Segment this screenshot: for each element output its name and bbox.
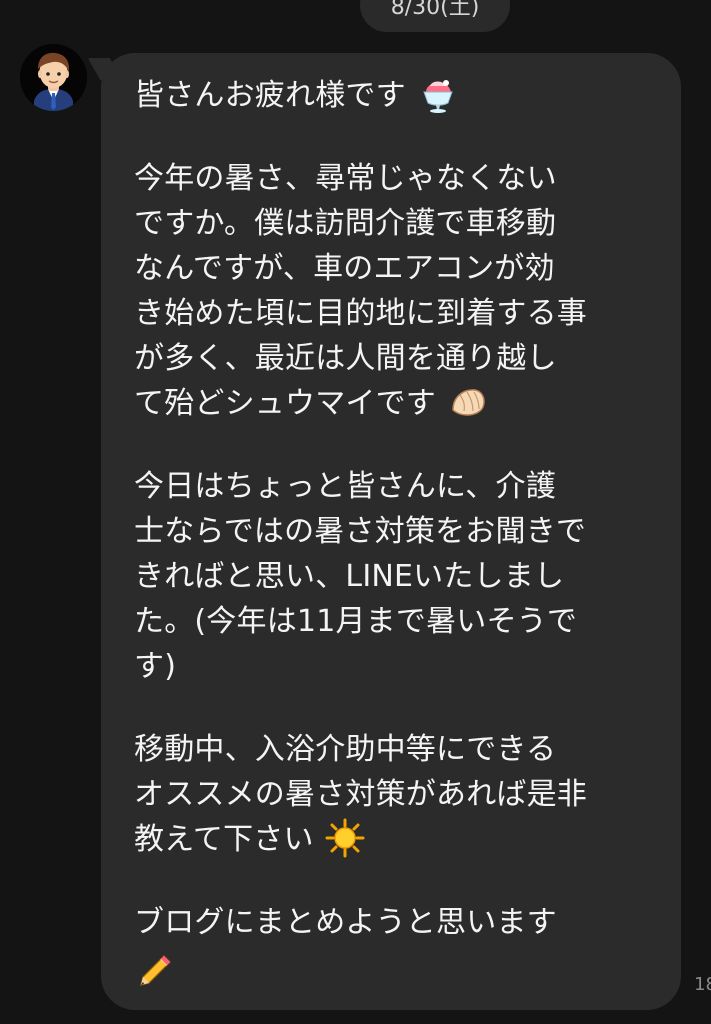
- message-line: きればと思い、LINEいたしまし: [134, 559, 565, 594]
- chat-screen: 8/30(土) 皆さんお疲れ様です 今年の暑さ、尋常じゃなくない ですか。僕は訪…: [0, 0, 711, 1024]
- message-line: ですか。僕は訪問介護で車移動: [134, 206, 557, 241]
- message-line: なんですが、車のエアコンが効: [134, 251, 555, 286]
- date-separator: 8/30(土): [360, 0, 510, 32]
- message-line: [134, 945, 659, 990]
- message-line: 今日はちょっと皆さんに、介護: [134, 469, 556, 504]
- message-line: が多く、最近は人間を通り越し: [134, 341, 557, 376]
- message-line: た。(今年は11月まで暑いそうで: [134, 604, 578, 639]
- shaved-ice-icon: [422, 79, 453, 113]
- message-line: 教えて下さい: [134, 817, 659, 862]
- message-line: す): [134, 649, 177, 684]
- message-line: 移動中、入浴介助中等にできる: [134, 732, 557, 767]
- message-time: 18: [694, 974, 711, 995]
- date-label: 8/30(土): [390, 0, 480, 20]
- avatar-person-icon: [20, 44, 87, 111]
- message-line: き始めた頃に目的地に到着する事: [134, 296, 587, 331]
- sun-icon: [325, 818, 365, 857]
- message-line: ブログにまとめようと思います: [134, 905, 557, 940]
- pencil-icon: [140, 954, 171, 986]
- sender-avatar[interactable]: [20, 44, 87, 111]
- message-line: 今年の暑さ、尋常じゃなくない: [134, 161, 557, 196]
- dumpling-icon: [451, 388, 485, 416]
- message-line: 皆さんお疲れ様です: [134, 73, 659, 118]
- message-text[interactable]: 皆さんお疲れ様です 今年の暑さ、尋常じゃなくない ですか。僕は訪問介護で車移動 …: [134, 73, 659, 990]
- message-line: オススメの暑さ対策があれば是非: [134, 777, 587, 812]
- message-line: て殆どシュウマイです: [134, 381, 659, 426]
- message-line: 士ならではの暑さ対策をお聞きで: [134, 514, 587, 549]
